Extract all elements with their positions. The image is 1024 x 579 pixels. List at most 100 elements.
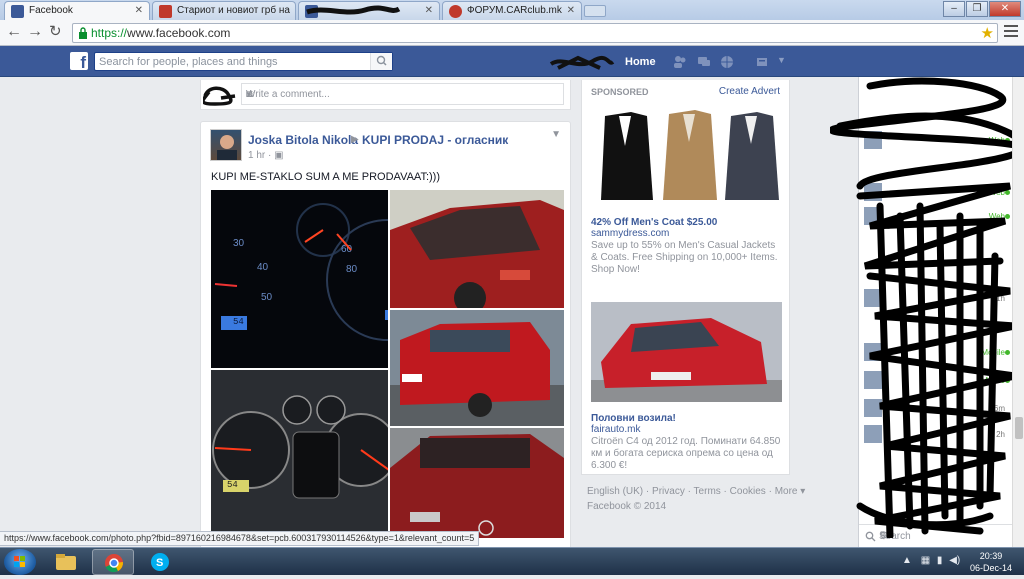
forward-icon[interactable]: → — [27, 24, 43, 40]
tab-title: Facebook — [29, 5, 73, 16]
browser-toolbar: ← → ↻ https://www.facebook.com ★ — [0, 20, 1024, 46]
browser-menu-icon[interactable] — [1004, 25, 1018, 40]
create-advert-link[interactable]: Create Advert — [719, 86, 780, 97]
ad-image[interactable] — [591, 302, 782, 402]
system-clock[interactable]: 20:39 06-Dec-14 — [970, 550, 1012, 574]
redaction-scribble — [549, 55, 615, 70]
tab-facebook[interactable]: Facebook ✕ — [4, 1, 150, 20]
post-author-link[interactable]: Joska Bitola Nikola — [248, 133, 358, 147]
post-photo[interactable] — [390, 428, 564, 538]
privacy-shortcuts-icon[interactable] — [756, 55, 772, 69]
tab-carclub[interactable]: ФОРУМ.CARclub.mk ✕ — [442, 1, 582, 20]
close-window-button[interactable]: ✕ — [989, 1, 1021, 17]
chat-contact[interactable]: Mobile — [859, 369, 1012, 392]
dashboard-photo-day — [212, 395, 388, 499]
avatar — [864, 131, 882, 149]
odometer-readout: 54 — [233, 317, 244, 327]
ad-description: Save up to 55% on Men's Casual Jackets &… — [591, 240, 778, 275]
post-timestamp[interactable]: 1 hr · ▣ — [248, 150, 284, 161]
chat-contact[interactable]: 2h — [859, 423, 1012, 446]
avatar[interactable] — [210, 129, 242, 161]
page-footer: English (UK) · Privacy · Terms · Cookies… — [587, 484, 805, 514]
scrollbar-thumb[interactable] — [1015, 417, 1023, 439]
reload-icon[interactable]: ↻ — [49, 24, 62, 40]
notifications-globe-icon[interactable] — [720, 55, 734, 69]
post-photo[interactable] — [390, 310, 564, 426]
post-group-link[interactable]: KUPI PRODAJ - огласник — [362, 133, 508, 147]
ad-title[interactable]: Половни возила! — [591, 413, 676, 424]
search-icon — [376, 55, 387, 66]
back-icon[interactable]: ← — [6, 24, 22, 40]
chat-contact[interactable]: Web — [859, 181, 1012, 204]
footer-link-more[interactable]: More — [775, 486, 798, 497]
network-icon[interactable]: ▦ — [921, 555, 930, 566]
taskbar-skype[interactable]: S — [139, 549, 181, 575]
tab-redacted[interactable]: ✕ — [298, 1, 440, 20]
chevron-down-icon[interactable]: ▼ — [551, 129, 561, 140]
start-button[interactable] — [4, 549, 36, 575]
svg-text:30: 30 — [233, 238, 245, 249]
ad-domain[interactable]: fairauto.mk — [591, 424, 640, 435]
bookmark-star-icon[interactable]: ★ — [981, 24, 994, 42]
clock-date: 06-Dec-14 — [969, 563, 1012, 573]
chat-contact[interactable]: 1h — [859, 287, 1012, 310]
ad-title[interactable]: 42% Off Men's Coat $25.00 — [591, 217, 717, 228]
compose-icon[interactable]: ✎ — [879, 529, 1007, 542]
search-icon — [865, 531, 876, 542]
chat-contact[interactable]: Web — [859, 129, 1012, 152]
ad-domain[interactable]: sammydress.com — [591, 228, 669, 239]
taskbar-explorer[interactable] — [45, 549, 87, 575]
red-car-rear-photo — [390, 310, 564, 426]
comment-input[interactable]: Write a comment... ◙ ☺ — [241, 83, 564, 105]
svg-text:80: 80 — [346, 264, 358, 275]
address-bar[interactable]: https://www.facebook.com ★ — [72, 23, 998, 43]
sponsored-label: SPONSORED — [591, 87, 649, 97]
chat-contact[interactable]: 56m — [859, 397, 1012, 420]
footer-link-cookies[interactable]: Cookies — [730, 486, 766, 497]
search-button[interactable] — [370, 53, 392, 70]
tab-grb[interactable]: Стариот и новиот грб на — [152, 1, 296, 20]
post-photo[interactable] — [390, 190, 564, 308]
svg-text:40: 40 — [257, 262, 269, 273]
post-photo[interactable]: 30 40 50 60 80 54 — [211, 190, 388, 368]
avatar — [864, 183, 882, 201]
messages-icon[interactable] — [697, 55, 711, 69]
comment-composer: Write a comment... ◙ ☺ — [200, 80, 571, 110]
home-link[interactable]: Home — [625, 56, 656, 68]
odometer-readout: 54 — [227, 480, 238, 490]
chat-sidebar: Web Web Web 1h Mobile Mobile 56m 2h Sear… — [858, 77, 1012, 547]
chat-search-input[interactable]: Search ⚙ ✎ — [859, 524, 1012, 546]
post-photo[interactable]: 54 — [211, 370, 388, 532]
taskbar-chrome[interactable] — [92, 549, 134, 575]
wifi-signal-icon[interactable]: ▮ — [937, 555, 943, 566]
ad-image[interactable] — [591, 106, 782, 208]
online-dot-icon — [1005, 214, 1010, 219]
avatar — [864, 399, 882, 417]
close-icon[interactable]: ✕ — [135, 5, 143, 16]
mk-favicon-icon — [159, 5, 172, 18]
account-menu-icon[interactable]: ▼ — [777, 55, 786, 65]
footer-link-language[interactable]: English (UK) — [587, 486, 643, 497]
friend-requests-icon[interactable] — [673, 55, 687, 69]
close-icon[interactable]: ✕ — [425, 5, 433, 16]
footer-link-privacy[interactable]: Privacy — [652, 486, 685, 497]
avatar — [203, 86, 236, 106]
chat-contact[interactable]: Mobile — [859, 341, 1012, 364]
search-input[interactable]: Search for people, places and things — [94, 52, 393, 71]
minimize-button[interactable]: – — [943, 1, 965, 17]
url-text: https://www.facebook.com — [91, 26, 231, 40]
chat-contact[interactable]: Web — [859, 205, 1012, 228]
avatar — [864, 207, 882, 225]
volume-icon[interactable]: ◀) — [949, 555, 960, 566]
close-icon[interactable]: ✕ — [567, 5, 575, 16]
avatar — [864, 289, 882, 307]
new-tab-button[interactable] — [584, 5, 606, 17]
page-scrollbar[interactable] — [1012, 77, 1024, 547]
show-hidden-icons-icon[interactable]: ▲ — [902, 555, 912, 566]
maximize-button[interactable]: ❐ — [966, 1, 988, 17]
facebook-logo-icon[interactable]: f — [70, 52, 88, 70]
system-tray: ▲ ▦ ▮ ◀) — [902, 555, 960, 566]
redaction-scribble — [306, 5, 401, 15]
footer-link-terms[interactable]: Terms — [694, 486, 721, 497]
emoticon-icon[interactable]: ☺ — [246, 89, 555, 100]
